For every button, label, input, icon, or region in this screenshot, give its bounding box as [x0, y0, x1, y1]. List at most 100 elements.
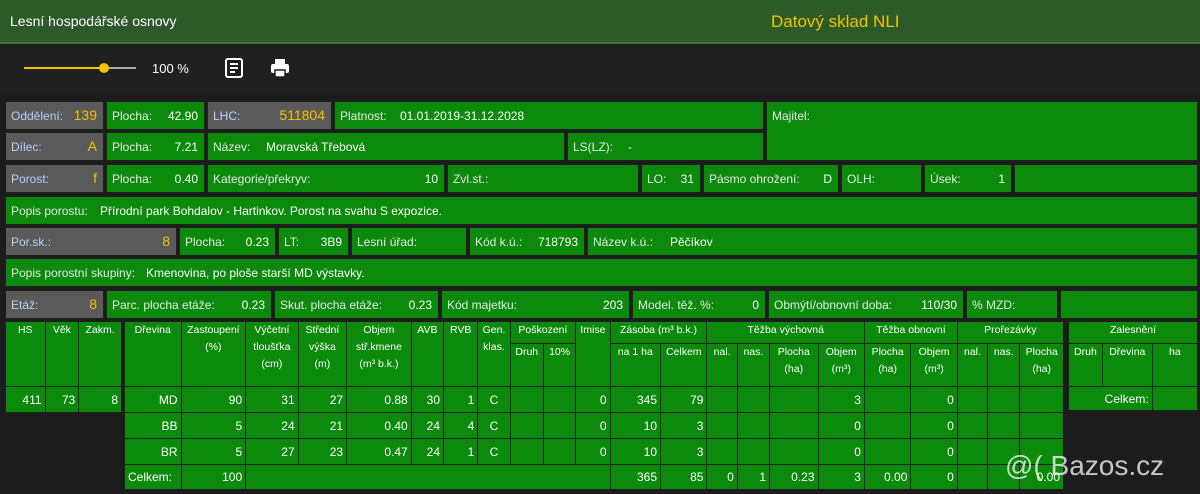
table-cell: C: [477, 438, 511, 465]
table-cell: [769, 438, 819, 465]
porost-value: f: [93, 170, 97, 186]
skut-plocha-cell: Skut. plocha etáže: 0.23: [274, 290, 439, 319]
table-cell: 0: [910, 412, 958, 439]
popis-skupiny-value: Kmenovina, po ploše starší MD výstavky.: [146, 266, 365, 280]
species-name: BB: [124, 412, 182, 439]
table-cell: [863, 412, 912, 439]
table-cell: [509, 412, 544, 439]
zoom-level: 100 %: [152, 61, 189, 76]
species-name: BR: [124, 438, 182, 465]
ls-cell: LS(LZ): -: [567, 132, 764, 161]
zakm-value: 8: [78, 386, 122, 413]
olh-cell: OLH:: [841, 164, 922, 193]
table-cell: 0.40: [346, 412, 412, 439]
watermark: @( Bazos.cz: [1005, 450, 1165, 481]
porost-cell: Porost: f: [5, 164, 104, 193]
table-cell: [736, 438, 771, 465]
table-cell: [769, 386, 819, 413]
table-cell: 0.88: [346, 386, 412, 413]
usek-cell: Úsek: 1: [924, 164, 1012, 193]
oddeleni-value: 139: [73, 107, 97, 123]
table-cell: [542, 412, 577, 439]
table-cell: [736, 412, 771, 439]
nazev-cell: Název: Moravská Třebová: [207, 132, 565, 161]
table-cell: C: [477, 412, 511, 439]
table-cell: 31: [245, 386, 299, 413]
kod-ku-cell: Kód k.ú.: 718793: [469, 227, 585, 256]
popis-porostu-cell: Popis porostu: Přírodní park Bohdalov - …: [5, 196, 1198, 225]
table-cell: 24: [245, 412, 299, 439]
stand-info-table: HS Věk Zakm. 411 73 8: [5, 321, 122, 413]
plocha-porost-cell: Plocha: 0.40: [106, 164, 205, 193]
species-table: Dřevina Zastoupení (%) Výčetní tloušťka (cm…: [124, 321, 1065, 490]
table-cell: [987, 412, 1021, 439]
table-cell: C: [477, 386, 511, 413]
table-cell: 10: [609, 438, 662, 465]
table-cell: 0.47: [346, 438, 412, 465]
table-cell: 90: [180, 386, 247, 413]
table-cell: [987, 386, 1021, 413]
oddeleni-cell: Oddělení: 139: [5, 101, 104, 130]
table-cell: 0: [575, 412, 611, 439]
table-cell: [863, 438, 912, 465]
table-cell: 0: [575, 438, 611, 465]
table-cell: 24: [410, 412, 445, 439]
table-cell: 3: [660, 412, 708, 439]
table-cell: 0: [910, 438, 958, 465]
plocha-dilec-cell: Plocha: 7.21: [106, 132, 205, 161]
table-cell: [736, 386, 771, 413]
vek-value: 73: [44, 386, 80, 413]
table-cell: 1: [442, 386, 479, 413]
platnost-cell: Platnost: 01.01.2019-31.12.2028: [334, 101, 764, 130]
dilec-value: A: [87, 138, 97, 154]
kategorie-cell: Kategorie/překryv: 10: [207, 164, 445, 193]
print-icon[interactable]: [269, 57, 291, 79]
table-cell: 10: [609, 412, 662, 439]
species-name: MD: [124, 386, 182, 413]
table-cell: 5: [180, 412, 247, 439]
table-cell: [706, 438, 738, 465]
table-cell: [542, 438, 577, 465]
table-cell: [706, 412, 738, 439]
pasmo-cell: Pásmo ohrožení: D: [703, 164, 839, 193]
app-header: Lesní hospodářské osnovy Datový sklad NL…: [0, 0, 1200, 44]
zoom-slider-handle[interactable]: [99, 63, 109, 73]
zalesneni-table: Zalesnění Druh Dřevina ha Celkem:: [1068, 321, 1199, 411]
table-cell: 4: [442, 412, 479, 439]
lhc-cell: LHC: 511804: [207, 101, 332, 130]
table-cell: 0: [910, 386, 958, 413]
app-title: Lesní hospodářské osnovy: [10, 13, 177, 29]
table-cell: [706, 386, 738, 413]
table-cell: 21: [297, 412, 348, 439]
table-cell: 1: [442, 438, 479, 465]
notes-icon[interactable]: [223, 57, 245, 79]
lo-cell: LO: 31: [641, 164, 701, 193]
table-cell: 3: [660, 438, 708, 465]
table-cell: [1019, 386, 1064, 413]
lhc-value: 511804: [279, 107, 325, 123]
table-cell: 3: [817, 386, 865, 413]
table-cell: 0: [817, 412, 865, 439]
table-cell: 0: [575, 386, 611, 413]
table-cell: [509, 386, 544, 413]
hs-value: 411: [5, 386, 46, 413]
table-cell: 345: [609, 386, 662, 413]
majitel-cell: Majitel:: [766, 101, 1198, 161]
etaz-value: 8: [89, 296, 97, 312]
table-cell: 0: [817, 438, 865, 465]
nazev-ku-cell: Název k.ú.: Pěčíkov: [587, 227, 1198, 256]
lesni-urad-cell: Lesní úřad:: [351, 227, 467, 256]
model-tez-cell: Model. těž. %: 0: [632, 290, 766, 319]
plocha-porsk-cell: Plocha: 0.23: [179, 227, 276, 256]
lt-cell: LT: 3B9: [278, 227, 349, 256]
table-cell: 30: [410, 386, 445, 413]
dilec-cell: Dílec: A: [5, 132, 104, 161]
species-total-row: Celkem: 100 365 85 0 1 0.23 3 0.00 0 0.0…: [124, 464, 1064, 490]
table-row: BB 5 24 21 0.40 24 4 C 0 10 3 0 0: [124, 412, 1064, 439]
table-row: BR 5 27 23 0.47 24 1 C 0 10 3 0 0: [124, 438, 1064, 465]
popis-porostu-value: Přírodní park Bohdalov - Hartinkov. Poro…: [100, 204, 442, 218]
table-cell: [956, 386, 989, 413]
row7-empty-cell: [1060, 290, 1198, 319]
row3-empty-cell: [1014, 164, 1198, 193]
plocha-oddeleni-cell: Plocha: 42.90: [106, 101, 205, 130]
